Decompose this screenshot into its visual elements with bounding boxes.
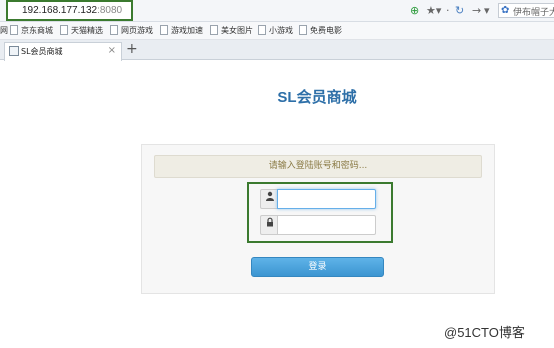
username-input[interactable] [277, 189, 376, 209]
page-icon [258, 25, 266, 35]
dropdown-icon[interactable]: · [446, 4, 450, 17]
username-row [260, 189, 376, 209]
login-panel: 请输入登陆账号和密码... 登录 [141, 144, 495, 294]
page-icon [9, 46, 19, 56]
chevron-down-icon[interactable]: ▾ [484, 4, 490, 17]
address-bar-row: 192.168.177.132:8080 ⊕ ★▾ · ↻ → ▾ ✿ 伊布帽子… [0, 0, 554, 22]
password-row [260, 215, 376, 235]
search-engine-icon: ✿ [501, 5, 510, 16]
bookmark-item[interactable]: 游戏加速 [160, 25, 203, 37]
bookmark-item[interactable]: 美女图片 [210, 25, 253, 37]
new-tab-button[interactable]: + [126, 41, 138, 57]
search-placeholder: 伊布帽子大 [513, 8, 554, 18]
bookmark-item[interactable]: 免费电影 [299, 25, 342, 37]
bookmarks-prefix: 网 [0, 26, 8, 35]
bookmark-item[interactable]: 京东商城 [10, 25, 53, 37]
add-favorite-icon[interactable]: ⊕ [410, 4, 419, 17]
forward-icon[interactable]: → [472, 4, 481, 17]
page-icon [160, 25, 168, 35]
tab-strip: SL会员商城 × + [0, 40, 554, 61]
tab-sl-member-mall[interactable]: SL会员商城 × [4, 42, 122, 61]
lock-icon [260, 215, 278, 235]
page-icon [60, 25, 68, 35]
login-button[interactable]: 登录 [251, 257, 384, 277]
bookmark-item[interactable]: 网页游戏 [110, 25, 153, 37]
page-title: SL会员商城 [277, 89, 357, 106]
login-notice: 请输入登陆账号和密码... [154, 155, 482, 178]
bookmark-item[interactable]: 小游戏 [258, 25, 293, 37]
close-icon[interactable]: × [108, 45, 116, 56]
user-icon [260, 189, 278, 209]
page-icon [210, 25, 218, 35]
url-host: 192.168.177.132 [22, 5, 98, 16]
refresh-icon[interactable]: ↻ [455, 4, 464, 17]
search-input[interactable]: ✿ 伊布帽子大 [498, 3, 554, 18]
bookmark-item[interactable]: 天猫精选 [60, 25, 103, 37]
bookmarks-bar: 网 京东商城 天猫精选 网页游戏 游戏加速 美女图片 小游戏 免费电影 [0, 22, 554, 40]
tab-title: SL会员商城 [21, 47, 63, 56]
page-icon [299, 25, 307, 35]
watermark: @51CTO博客 [444, 325, 525, 340]
url-input[interactable]: 192.168.177.132:8080 [6, 0, 133, 21]
page-icon [110, 25, 118, 35]
url-port: :8080 [97, 5, 123, 16]
password-input[interactable] [277, 215, 376, 235]
page-icon [10, 25, 18, 35]
star-icon[interactable]: ★▾ [426, 4, 441, 17]
